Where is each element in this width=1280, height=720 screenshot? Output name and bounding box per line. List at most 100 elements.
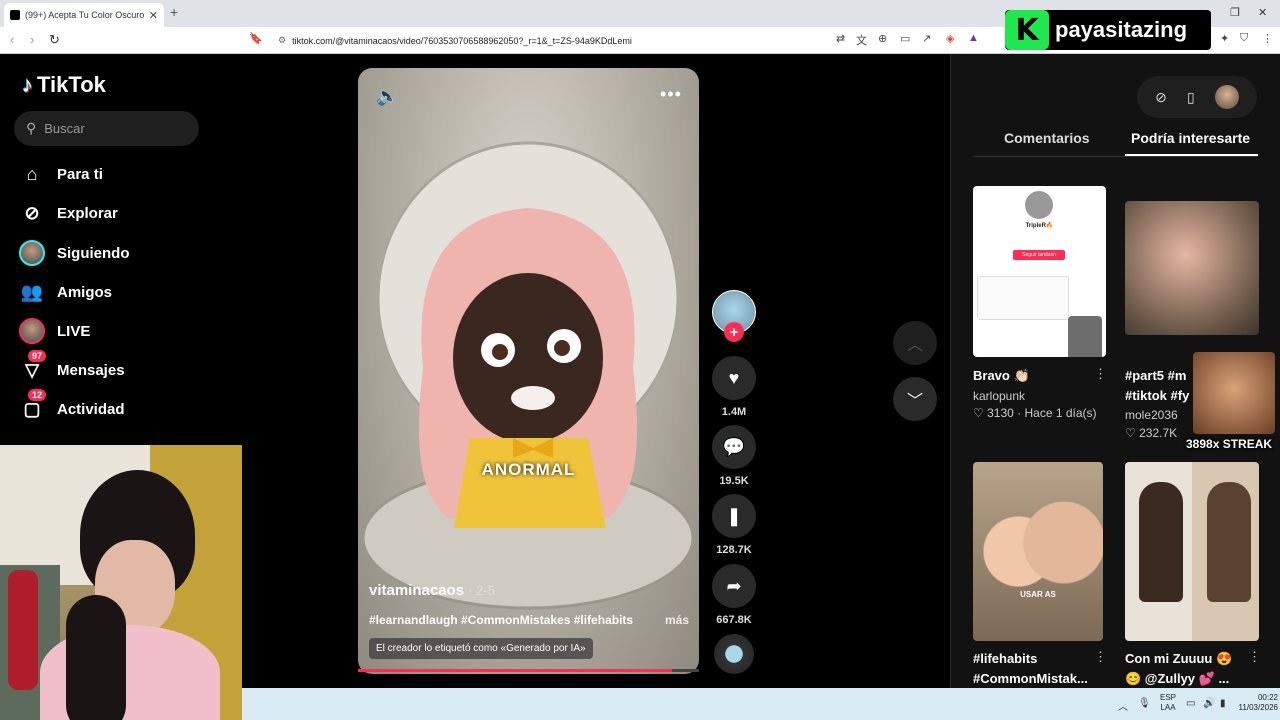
translate-icon[interactable]: ⇄: [836, 32, 845, 45]
forward-icon[interactable]: ›: [30, 32, 34, 47]
zoom-icon[interactable]: ⊕: [878, 32, 887, 45]
activity-icon: ▢ 12: [18, 389, 47, 423]
translate-page-icon[interactable]: 文: [856, 32, 867, 48]
microphone-icon[interactable]: 🎙: [1138, 698, 1151, 709]
clock-date: 11/03/2026: [1238, 703, 1278, 712]
more-link[interactable]: más: [665, 613, 689, 627]
suggested-video-thumb[interactable]: [1125, 201, 1259, 335]
tab-podria-interesarte[interactable]: Podría interesarte: [1131, 130, 1250, 146]
heart-outline-icon: ♡: [1125, 426, 1136, 440]
nav-item-mensajes[interactable]: ▽ 97 Mensajes: [18, 350, 218, 386]
share-count: 667.8K: [716, 614, 752, 626]
bookmark-icon[interactable]: 🔖: [249, 32, 263, 45]
lang-code: ESP: [1160, 693, 1177, 702]
site-info-icon[interactable]: ⚙: [278, 35, 286, 46]
nav-label: Para ti: [57, 165, 103, 183]
search-input[interactable]: [44, 121, 175, 136]
card-subtitle[interactable]: #tiktok #fy: [1125, 388, 1193, 403]
clock[interactable]: 00:22 11/03/2026: [1238, 693, 1278, 713]
like-count: 1.4M: [721, 406, 747, 418]
compass-icon: ⊘: [24, 202, 40, 223]
card-title[interactable]: Con mi Zuuuu 😍: [1125, 651, 1245, 667]
bookmark-save-icon[interactable]: ❚: [712, 494, 756, 538]
hashtags-text: #learnandlaugh #CommonMistakes #lifehabi…: [369, 613, 634, 627]
card-author[interactable]: karlopunk: [973, 389, 1025, 403]
streak-emote-image: [1193, 352, 1275, 434]
video-hashtags[interactable]: #learnandlaugh #CommonMistakes #lifehabi…: [369, 613, 689, 627]
tab-divider: [973, 156, 1258, 157]
ai-generated-label[interactable]: El creador lo etiquetó como «Generado po…: [369, 638, 593, 659]
tiktok-note-icon: ♪: [22, 72, 33, 97]
suggested-video-thumb[interactable]: [1125, 462, 1259, 641]
card-menu-icon[interactable]: ⋮: [1094, 366, 1107, 382]
nav-label: Actividad: [57, 400, 125, 418]
profile-avatar[interactable]: [1214, 85, 1239, 109]
reload-icon[interactable]: ↻: [49, 32, 60, 48]
card-title[interactable]: #lifehabits: [973, 651, 1093, 666]
compass-icon[interactable]: ⊘: [1155, 89, 1167, 106]
nav-label: Mensajes: [57, 361, 125, 379]
search-icon: ⚲: [26, 120, 37, 136]
restore-icon[interactable]: ❐: [1230, 6, 1240, 19]
nav-item-live[interactable]: LIVE: [18, 315, 218, 347]
save-action[interactable]: ❚ 128.7K: [712, 494, 756, 556]
shield-icon[interactable]: ⛉: [1240, 32, 1248, 45]
previous-video-button[interactable]: ︿: [893, 321, 937, 365]
card-subtitle[interactable]: #CommonMistak...: [973, 671, 1093, 686]
more-options-icon[interactable]: •••: [660, 84, 682, 105]
share-arrow-icon[interactable]: ➦: [712, 564, 756, 608]
card-title[interactable]: Bravo 👏🏻: [973, 368, 1093, 384]
video-author[interactable]: vitaminacaos · 2-5: [369, 582, 495, 599]
nav-item-amigos[interactable]: 👥 Amigos: [18, 276, 218, 308]
new-tab-icon[interactable]: +: [170, 4, 178, 20]
chevron-up-icon: ︿: [906, 337, 923, 354]
card-stats: ♡ 3130 · Hace 1 día(s): [973, 406, 1097, 420]
comment-action[interactable]: 💬 19.5K: [712, 425, 756, 487]
suggested-video-thumb[interactable]: TripleR🔥 Seguir también: [973, 186, 1106, 357]
nav-item-explorar[interactable]: ⊘ Explorar: [18, 197, 218, 229]
share-page-icon[interactable]: ↗: [922, 32, 931, 45]
suggested-video-thumb[interactable]: USAR AS: [973, 462, 1103, 641]
heart-icon[interactable]: ♥: [712, 356, 756, 400]
volume-icon[interactable]: 🔈: [376, 86, 398, 107]
card-menu-icon[interactable]: ⋮: [1094, 649, 1107, 665]
card-likes: 232.7K: [1139, 426, 1178, 440]
network-icon[interactable]: ▭: [1186, 698, 1195, 709]
tiktok-logo[interactable]: ♪ TikTok: [22, 72, 106, 98]
close-window-icon[interactable]: ✕: [1258, 6, 1267, 19]
cast-icon[interactable]: ▭: [900, 32, 910, 45]
tab-comentarios[interactable]: Comentarios: [1004, 130, 1090, 146]
back-icon[interactable]: ‹: [10, 32, 14, 47]
rewards-icon[interactable]: ▲: [968, 32, 979, 44]
activity-badge: 12: [28, 389, 47, 401]
heart-outline-icon: ♡: [973, 406, 984, 420]
phone-icon[interactable]: ▯: [1187, 89, 1195, 106]
menu-icon[interactable]: ⋮: [1262, 32, 1273, 45]
preview-avatar: [1025, 191, 1053, 219]
share-action[interactable]: ➦ 667.8K: [712, 564, 756, 626]
next-video-button[interactable]: ﹀: [893, 377, 937, 421]
music-disc-icon[interactable]: [714, 634, 754, 674]
card-author[interactable]: mole2036: [1125, 408, 1178, 422]
nav-label: Amigos: [57, 283, 113, 301]
card-subtitle[interactable]: 😊 @Zullyy 💕 ...: [1125, 671, 1245, 687]
card-title[interactable]: #part5 #m: [1125, 368, 1193, 383]
nav-item-actividad[interactable]: ▢ 12 Actividad: [18, 389, 218, 425]
browser-tab[interactable]: (99+) Acepta Tu Color Oscuro ✕: [4, 3, 164, 27]
like-action[interactable]: ♥ 1.4M: [712, 356, 756, 418]
close-tab-icon[interactable]: ✕: [149, 9, 158, 22]
input-language[interactable]: ESP LAA: [1160, 693, 1176, 713]
preview-follow-button: Seguir también: [1013, 250, 1065, 260]
comment-icon[interactable]: 💬: [712, 425, 756, 469]
search-bar[interactable]: ⚲: [14, 111, 199, 146]
tray-overflow-icon[interactable]: ︿: [1118, 698, 1128, 713]
live-icon: [18, 317, 46, 345]
brave-shield-icon[interactable]: ◈: [946, 32, 954, 45]
nav-item-siguiendo[interactable]: Siguiendo: [18, 237, 218, 269]
ai-icon[interactable]: ✦: [1220, 32, 1229, 45]
follow-plus-icon[interactable]: +: [724, 322, 744, 342]
card-menu-icon[interactable]: ⋮: [1248, 649, 1261, 665]
battery-icon[interactable]: ▮: [1220, 698, 1226, 709]
nav-item-para-ti[interactable]: ⌂ Para ti: [18, 158, 218, 190]
volume-tray-icon[interactable]: 🔊: [1203, 698, 1215, 709]
